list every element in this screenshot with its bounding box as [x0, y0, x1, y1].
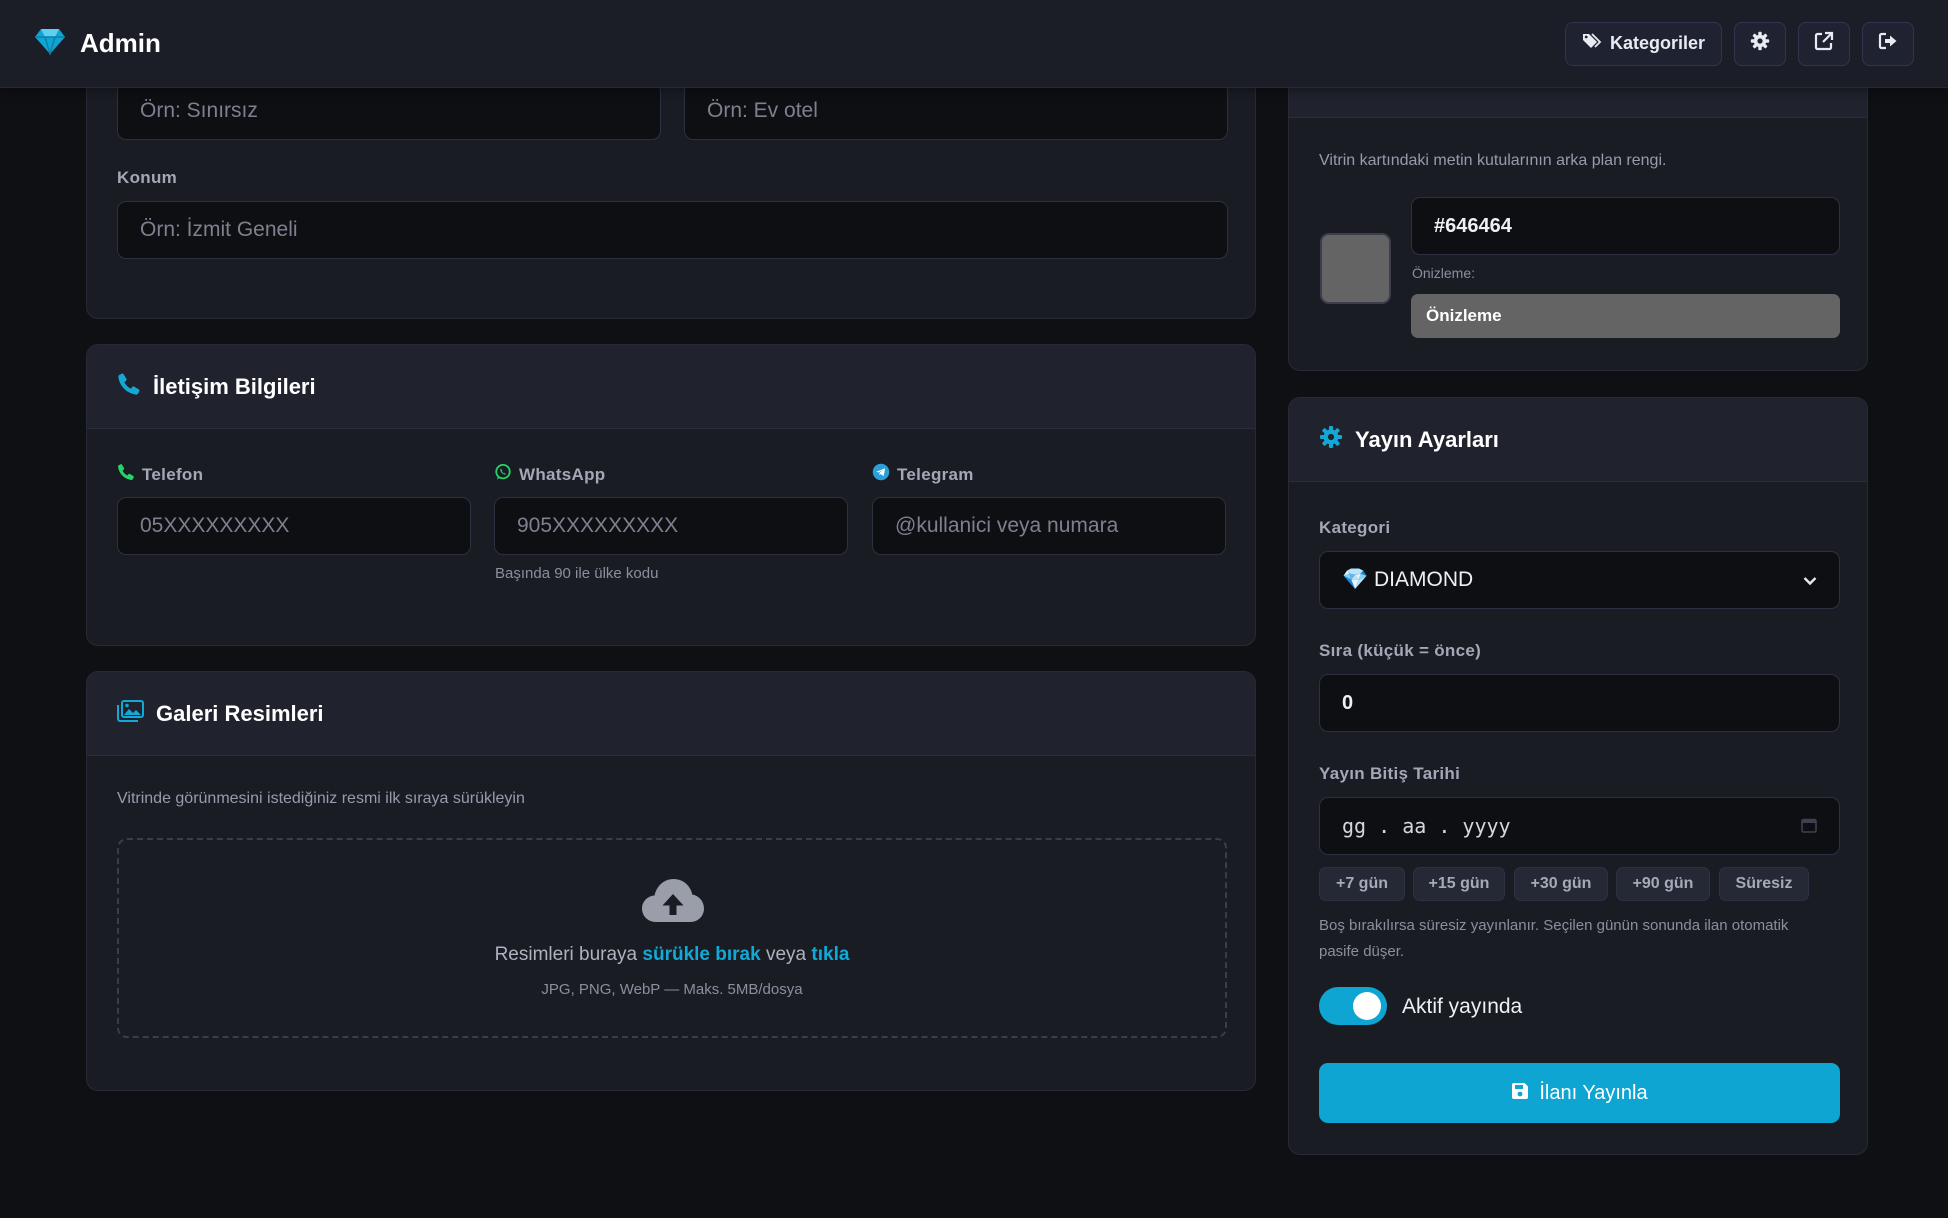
- active-toggle-knob: [1353, 992, 1381, 1020]
- brand-title: Admin: [80, 28, 161, 58]
- external-link-icon: [1814, 31, 1834, 56]
- click-upload-link[interactable]: tıkla: [811, 944, 849, 965]
- color-picker-swatch[interactable]: [1320, 233, 1391, 304]
- gallery-card-title: Galeri Resimleri: [156, 700, 324, 726]
- calendar-icon[interactable]: [1801, 814, 1817, 838]
- save-icon: [1511, 1082, 1529, 1105]
- cloud-upload-icon: [641, 878, 705, 929]
- gallery-card-header: Galeri Resimleri: [87, 672, 1255, 756]
- extra-info-input-right[interactable]: Örn: Ev otel: [684, 82, 1228, 140]
- quick-7-days-button[interactable]: +7 gün: [1319, 867, 1405, 901]
- logout-icon: [1878, 31, 1898, 56]
- active-toggle[interactable]: [1319, 987, 1387, 1025]
- order-label: Sıra (küçük = önce): [1319, 641, 1482, 660]
- category-select[interactable]: 💎 DIAMOND: [1319, 551, 1840, 609]
- dropzone-text-middle: veya: [760, 944, 812, 965]
- quick-unlimited-button[interactable]: Süresiz: [1719, 867, 1809, 901]
- end-date-hint-line2: pasife düşer.: [1319, 943, 1405, 960]
- active-toggle-label: Aktif yayında: [1402, 995, 1523, 1018]
- telegram-field-label: Telegram: [872, 463, 974, 486]
- extra-info-input-left[interactable]: Örn: Sınırsız: [117, 82, 661, 140]
- text-box-color-card: Vitrin kartındaki metin kutularının arka…: [1288, 40, 1868, 371]
- end-date-hint-line1: Boş bırakılırsa süresiz yayınlanır. Seçi…: [1319, 917, 1789, 934]
- logout-button[interactable]: [1862, 21, 1914, 66]
- tags-icon: [1582, 32, 1602, 55]
- publish-listing-label: İlanı Yayınla: [1539, 1081, 1648, 1104]
- preview-box: Önizleme: [1411, 294, 1840, 338]
- dropzone-text-prefix: Resimleri buraya: [494, 944, 643, 965]
- phone-input[interactable]: 05XXXXXXXXX: [117, 497, 471, 555]
- category-select-value: 💎 DIAMOND: [1342, 568, 1474, 591]
- telegram-icon: [872, 463, 890, 486]
- drag-drop-link[interactable]: sürükle bırak: [642, 944, 760, 965]
- publish-listing-button[interactable]: İlanı Yayınla: [1319, 1063, 1840, 1123]
- diamond-icon: [34, 27, 66, 60]
- publish-settings-card: Yayın Ayarları Kategori 💎 DIAMOND Sıra (…: [1288, 397, 1868, 1155]
- brand[interactable]: Admin: [34, 27, 161, 60]
- whatsapp-icon: [494, 463, 512, 486]
- dropzone-text: Resimleri buraya sürükle bırak veya tıkl…: [119, 944, 1225, 966]
- phone-label: Telefon: [142, 464, 204, 484]
- contact-card: İletişim Bilgileri Telefon 05XXXXXXXXX W…: [86, 344, 1256, 646]
- telegram-input[interactable]: @kullanici veya numara: [872, 497, 1226, 555]
- color-description: Vitrin kartındaki metin kutularının arka…: [1319, 152, 1667, 169]
- end-date-placeholder: gg . aa . yyyy: [1342, 814, 1511, 838]
- quick-90-days-button[interactable]: +90 gün: [1616, 867, 1710, 901]
- contact-card-header: İletişim Bilgileri: [87, 345, 1255, 429]
- color-hex-input[interactable]: #646464: [1411, 197, 1840, 255]
- whatsapp-input[interactable]: 905XXXXXXXXX: [494, 497, 848, 555]
- gallery-card: Galeri Resimleri Vitrinde görünmesini is…: [86, 671, 1256, 1091]
- publish-card-header: Yayın Ayarları: [1289, 398, 1867, 482]
- categories-button[interactable]: Kategoriler: [1564, 21, 1722, 66]
- categories-button-label: Kategoriler: [1609, 33, 1705, 53]
- preview-label: Önizleme:: [1412, 265, 1476, 281]
- gear-icon: [1319, 425, 1343, 454]
- phone-field-label: Telefon: [117, 463, 203, 486]
- image-dropzone[interactable]: Resimleri buraya sürükle bırak veya tıkl…: [117, 838, 1227, 1038]
- quick-30-days-button[interactable]: +30 gün: [1514, 867, 1608, 901]
- end-date-label: Yayın Bitiş Tarihi: [1319, 764, 1461, 783]
- gear-icon: [1750, 31, 1770, 56]
- open-site-button[interactable]: [1798, 21, 1850, 66]
- category-label: Kategori: [1319, 518, 1391, 537]
- location-label: Konum: [117, 168, 178, 187]
- contact-card-title: İletişim Bilgileri: [153, 373, 316, 399]
- top-navbar: Admin Kategoriler: [0, 0, 1948, 88]
- publish-card-title: Yayın Ayarları: [1355, 426, 1499, 452]
- end-date-hint: Boş bırakılırsa süresiz yayınlanır. Seçi…: [1319, 913, 1849, 965]
- whatsapp-field-label: WhatsApp: [494, 463, 605, 486]
- location-input[interactable]: Örn: İzmit Geneli: [117, 201, 1228, 259]
- settings-button[interactable]: [1734, 21, 1786, 66]
- quick-15-days-button[interactable]: +15 gün: [1413, 867, 1505, 901]
- images-icon: [117, 700, 144, 727]
- order-input[interactable]: 0: [1319, 674, 1840, 732]
- telegram-label: Telegram: [897, 464, 974, 484]
- end-date-input[interactable]: gg . aa . yyyy: [1319, 797, 1840, 855]
- whatsapp-hint: Başında 90 ile ülke kodu: [495, 565, 659, 582]
- phone-icon: [117, 372, 141, 401]
- chevron-down-icon: [1803, 568, 1817, 592]
- dropzone-formats: JPG, PNG, WebP — Maks. 5MB/dosya: [541, 981, 803, 998]
- whatsapp-label: WhatsApp: [519, 464, 606, 484]
- phone-icon: [117, 463, 135, 486]
- gallery-description: Vitrinde görünmesini istediğiniz resmi i…: [117, 790, 525, 807]
